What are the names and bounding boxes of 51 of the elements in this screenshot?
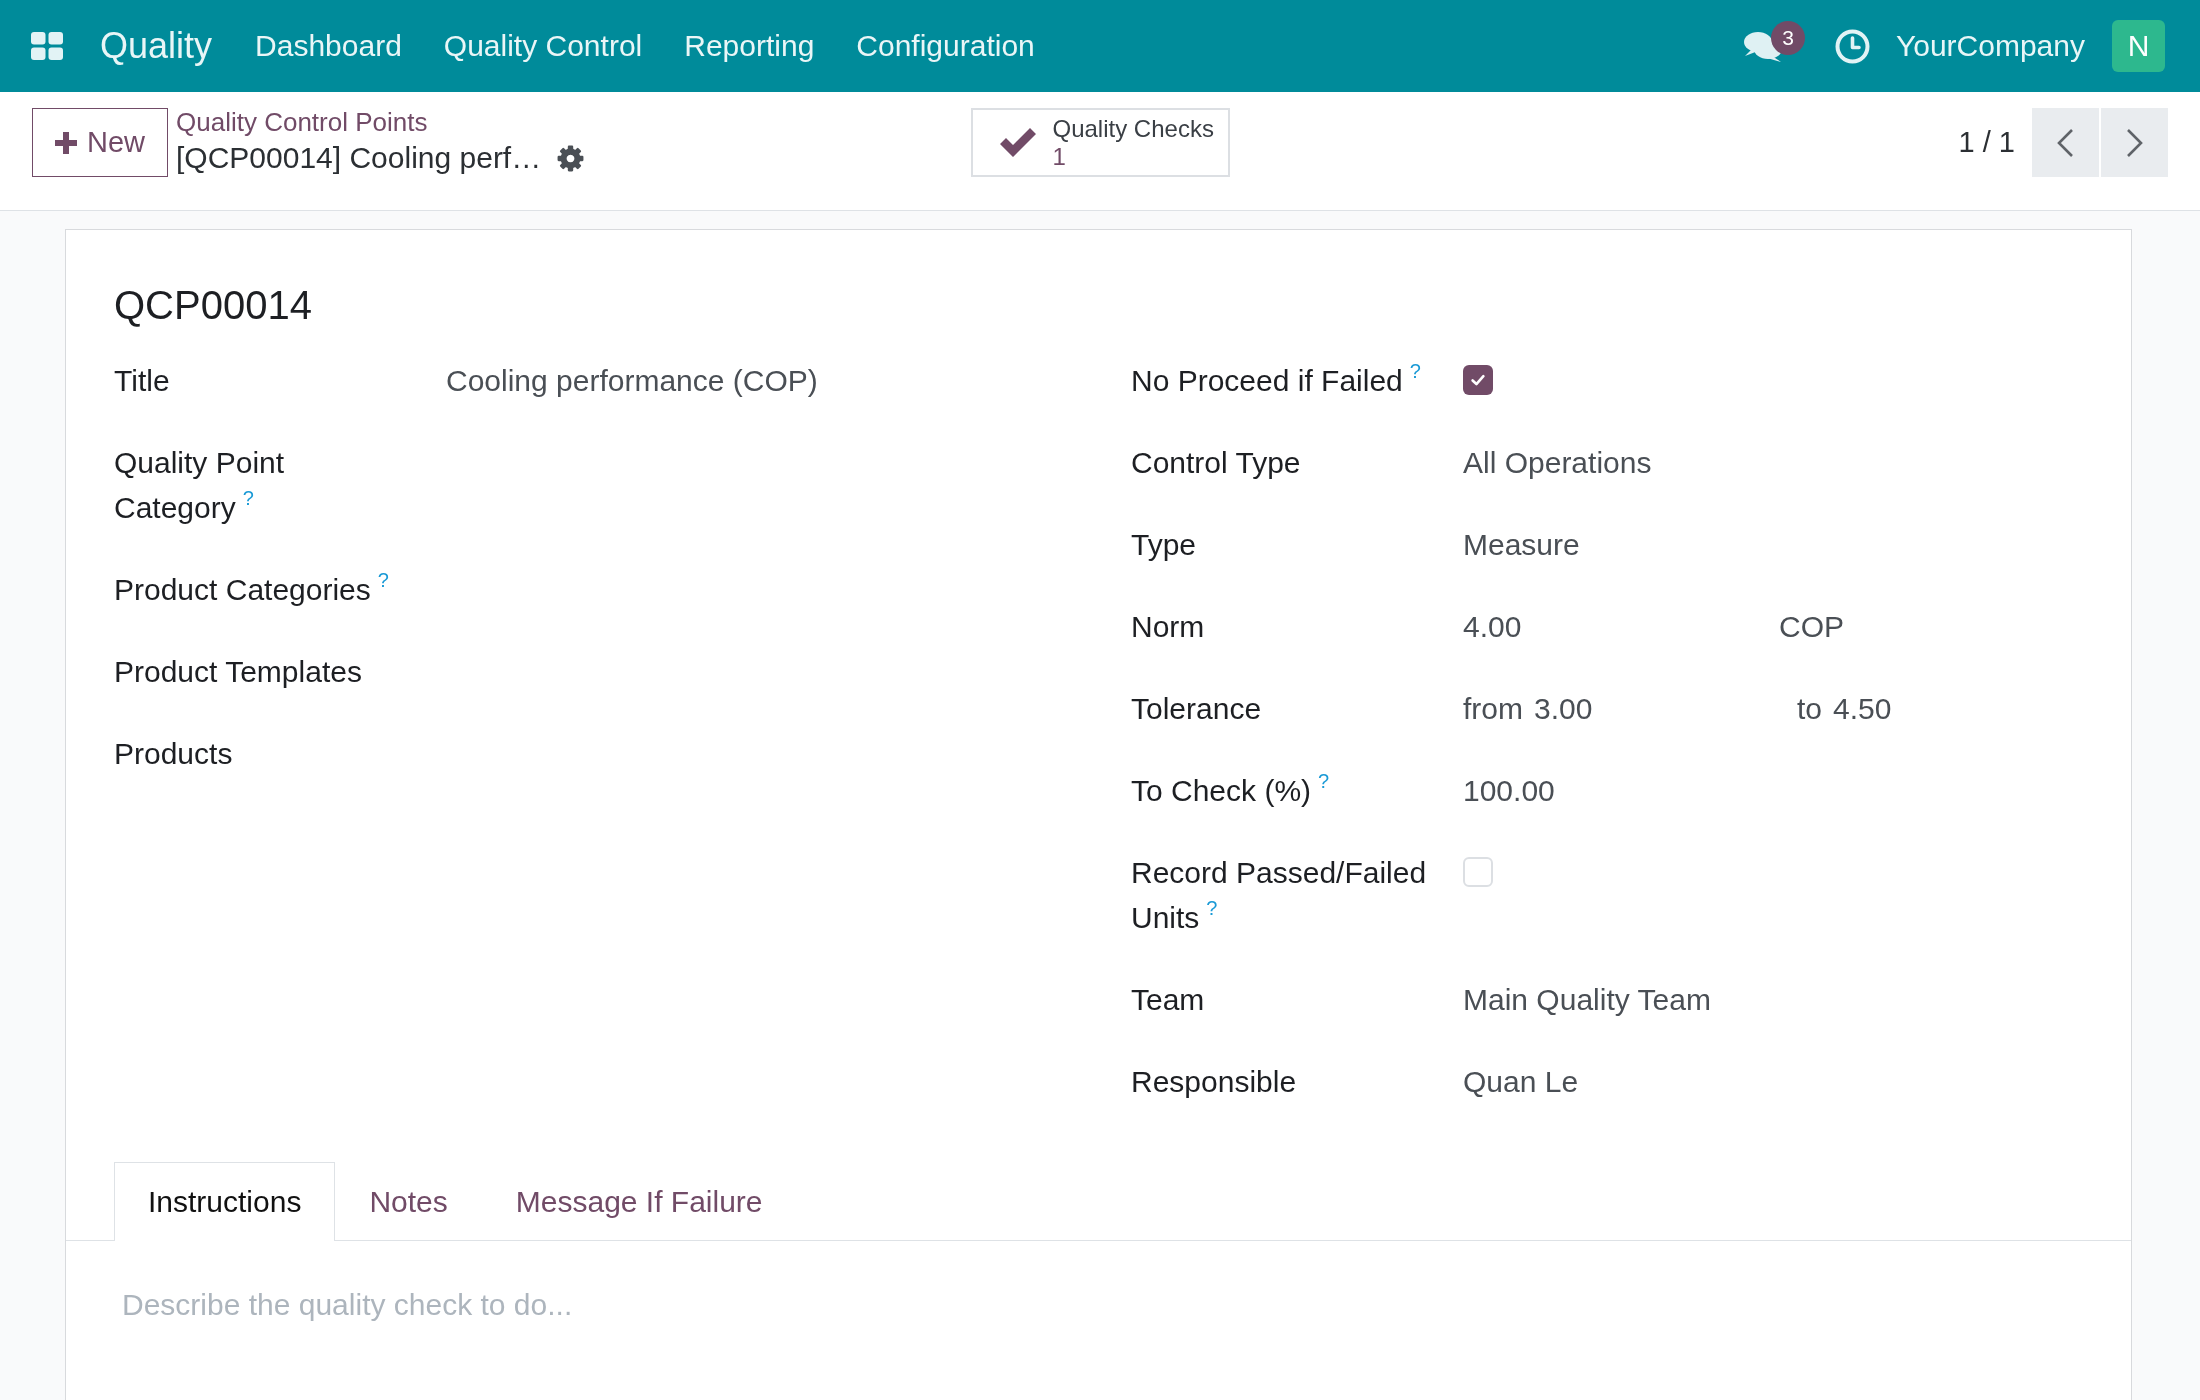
pager-value: 1 / 1 bbox=[1958, 126, 2015, 159]
field-value: 4.50 bbox=[1833, 691, 1892, 727]
checkbox[interactable] bbox=[1463, 857, 1493, 887]
field-label: To Check (%)$^{?}$ bbox=[1131, 774, 1330, 807]
range-label: from bbox=[1463, 691, 1523, 727]
field-value: 100.00 bbox=[1463, 774, 1555, 807]
menu-item[interactable]: Dashboard bbox=[234, 0, 423, 92]
checkbox[interactable] bbox=[1463, 365, 1493, 395]
field-label: Type bbox=[1131, 528, 1197, 561]
field-value: Cooling performance (COP) bbox=[446, 364, 818, 397]
field-value: All Operations bbox=[1463, 446, 1652, 479]
menu-item[interactable]: Reporting bbox=[663, 0, 836, 92]
field-label: Product Templates bbox=[114, 655, 362, 688]
breadcrumb-link[interactable]: Quality Control Points bbox=[176, 105, 428, 139]
field-label: Record Passed/Failed Units$^{?}$ bbox=[1131, 856, 1427, 934]
tab[interactable]: Message If Failure bbox=[481, 1162, 797, 1240]
notification-badge: 3 bbox=[1771, 20, 1805, 55]
field-label: Products bbox=[114, 737, 233, 770]
tab[interactable]: Instructions bbox=[114, 1162, 336, 1241]
menu-item[interactable]: Configuration bbox=[835, 0, 1056, 92]
user-avatar[interactable]: N bbox=[2112, 20, 2165, 72]
record-reference: QCP00014 bbox=[114, 282, 312, 329]
plus-icon bbox=[54, 130, 78, 155]
grid-icon[interactable] bbox=[31, 32, 63, 60]
field-label: Norm bbox=[1131, 610, 1205, 643]
field-value: 3.00 bbox=[1534, 691, 1593, 727]
range-label: to bbox=[1797, 691, 1823, 727]
field-label: Team bbox=[1131, 983, 1205, 1016]
chevron-right-icon bbox=[2125, 127, 2144, 158]
field-label: No Proceed if Failed$^{?}$ bbox=[1131, 364, 1421, 397]
field-label: Tolerance bbox=[1131, 692, 1262, 725]
gear-icon[interactable] bbox=[557, 144, 585, 172]
field-value: 4.00 bbox=[1463, 609, 1523, 645]
field-label: Title bbox=[114, 364, 170, 397]
stat-button[interactable]: Quality Checks 1 bbox=[970, 108, 1230, 177]
menu-item[interactable]: Quality Control bbox=[422, 0, 664, 92]
field-label: Quality Point Category$^{?}$ bbox=[114, 446, 285, 524]
app-name[interactable]: Quality bbox=[100, 25, 213, 67]
tab[interactable]: Notes bbox=[335, 1162, 482, 1240]
unit-label: COP bbox=[1779, 609, 1844, 645]
new-button[interactable]: New bbox=[32, 108, 168, 177]
record-title: [QCP00014] Cooling perf… bbox=[176, 140, 542, 176]
field-value: Measure bbox=[1463, 528, 1580, 561]
clock-icon[interactable] bbox=[1835, 28, 1870, 64]
field-label: Product Categories$^{?}$ bbox=[114, 573, 389, 606]
field-value: Main Quality Team bbox=[1463, 983, 1711, 1016]
chevron-left-icon bbox=[2056, 127, 2075, 158]
company-name[interactable]: YourCompany bbox=[1896, 29, 2085, 63]
field-value: Quan Le bbox=[1463, 1065, 1579, 1098]
field-label: Responsible bbox=[1131, 1065, 1297, 1098]
field-label: Control Type bbox=[1131, 446, 1301, 479]
